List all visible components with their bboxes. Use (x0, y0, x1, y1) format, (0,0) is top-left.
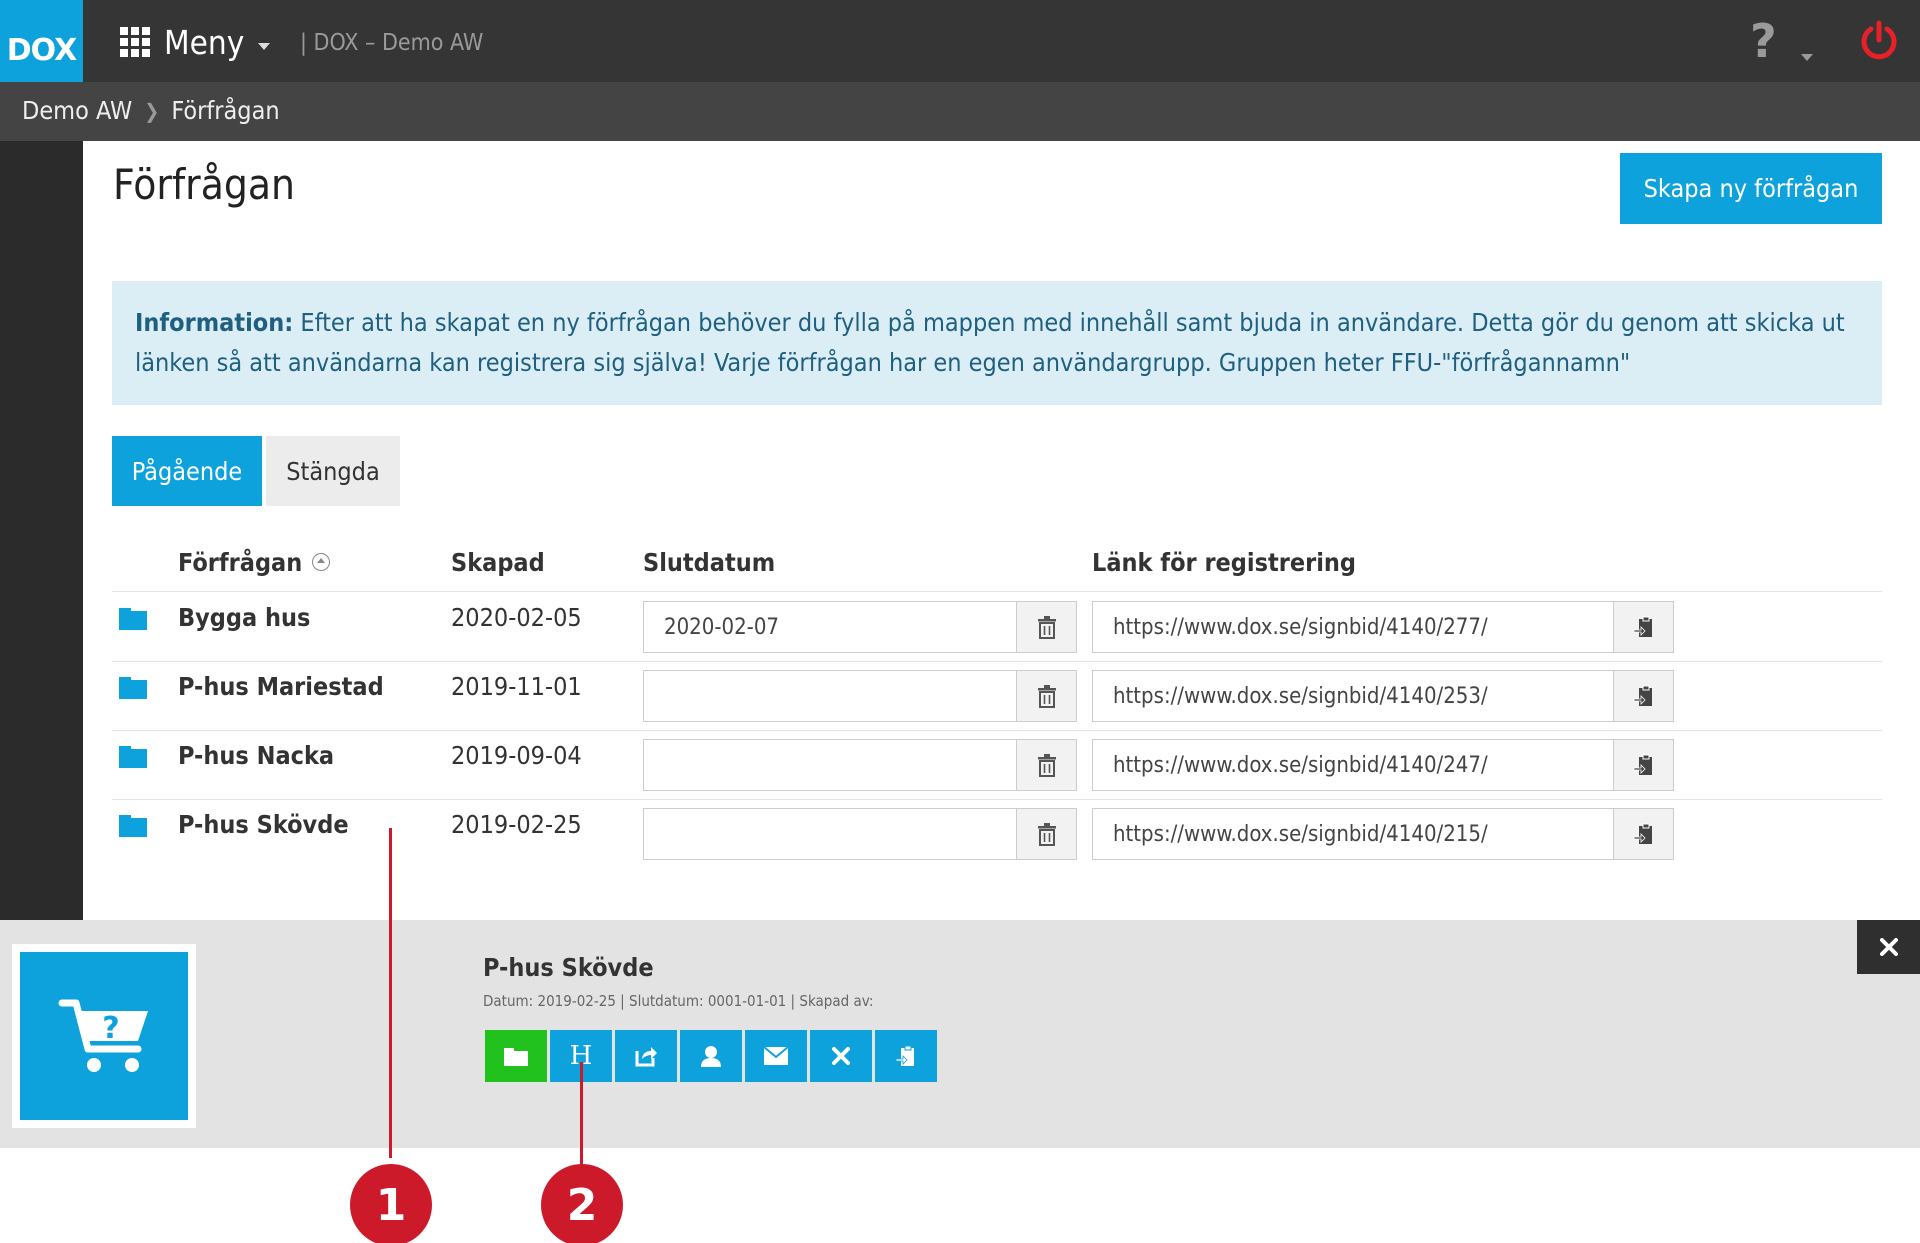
callout-badge-1: 1 (350, 1164, 432, 1243)
request-name[interactable]: P-hus Nacka (178, 741, 334, 770)
callout-badge-2: 2 (541, 1164, 623, 1243)
folder-icon[interactable] (119, 608, 147, 630)
dox-logo[interactable]: DOX (0, 0, 83, 82)
close-panel-button[interactable] (1857, 920, 1920, 974)
page-title: Förfrågan (113, 160, 295, 209)
sort-ascending-icon[interactable] (312, 553, 331, 571)
end-date-input[interactable] (643, 808, 1017, 860)
registration-link-input[interactable]: https://www.dox.se/signbid/4140/277/ (1092, 601, 1614, 653)
grid-icon (120, 27, 150, 57)
registration-link-input[interactable]: https://www.dox.se/signbid/4140/247/ (1092, 739, 1614, 791)
menu-label: Meny (164, 22, 245, 62)
request-name[interactable]: P-hus Skövde (178, 810, 349, 839)
open-folder-button[interactable] (485, 1030, 547, 1082)
info-label: Information: (135, 308, 294, 337)
divider (112, 730, 1882, 731)
column-header-created[interactable]: Skapad (451, 548, 545, 577)
request-name[interactable]: Bygga hus (178, 603, 310, 632)
column-header-request-label: Förfrågan (178, 548, 303, 577)
divider (112, 661, 1882, 662)
column-header-registration-link[interactable]: Länk för registrering (1092, 548, 1356, 577)
chevron-down-icon (258, 42, 271, 50)
folder-icon[interactable] (119, 746, 147, 768)
trash-icon[interactable] (1016, 808, 1077, 860)
request-created: 2019-02-25 (451, 810, 582, 839)
cart-question-icon: ? (20, 952, 188, 1120)
copy-clipboard-icon[interactable] (1613, 808, 1674, 860)
copy-link-button[interactable] (875, 1030, 937, 1082)
copy-clipboard-icon[interactable] (1613, 670, 1674, 722)
tab-closed[interactable]: Stängda (266, 436, 400, 506)
request-created: 2019-09-04 (451, 741, 582, 770)
email-button[interactable] (745, 1030, 807, 1082)
registration-link-input[interactable]: https://www.dox.se/signbid/4140/253/ (1092, 670, 1614, 722)
folder-icon[interactable] (119, 815, 147, 837)
panel-meta: Datum: 2019-02-25 | Slutdatum: 0001-01-0… (483, 992, 874, 1010)
folder-icon (504, 1048, 528, 1066)
left-sidebar-strip (0, 141, 83, 920)
detail-panel (0, 920, 1920, 1148)
request-created: 2019-11-01 (451, 672, 582, 701)
trash-icon[interactable] (1016, 739, 1077, 791)
copy-clipboard-icon[interactable] (1613, 739, 1674, 791)
power-icon[interactable] (1858, 20, 1900, 62)
close-request-button[interactable] (810, 1030, 872, 1082)
request-created: 2020-02-05 (451, 603, 582, 632)
column-header-request[interactable]: Förfrågan (178, 548, 331, 577)
user-icon (701, 1046, 721, 1067)
divider (112, 799, 1882, 800)
help-icon[interactable]: ? (1750, 14, 1777, 68)
divider (112, 591, 1882, 592)
request-thumbnail: ? (12, 944, 196, 1128)
panel-title: P-hus Skövde (483, 953, 654, 982)
breadcrumb-item-forfragan: Förfrågan (171, 96, 280, 125)
action-toolbar: H (485, 1030, 940, 1082)
callout-line-2 (580, 1062, 583, 1168)
trash-icon[interactable] (1016, 601, 1077, 653)
menu-button[interactable]: Meny (120, 20, 271, 64)
breadcrumb-bar: Demo AW ❯ Förfrågan (0, 82, 1920, 141)
end-date-input[interactable] (643, 739, 1017, 791)
help-chevron-down-icon[interactable] (1801, 54, 1813, 61)
breadcrumb: Demo AW ❯ Förfrågan (22, 96, 280, 125)
svg-text:?: ? (102, 1011, 119, 1046)
close-icon (1879, 938, 1898, 956)
users-button[interactable] (680, 1030, 742, 1082)
chevron-right-icon: ❯ (144, 98, 160, 123)
create-request-button[interactable]: Skapa ny förfrågan (1620, 153, 1882, 224)
trash-icon[interactable] (1016, 670, 1077, 722)
folder-icon[interactable] (119, 677, 147, 699)
share-icon (635, 1047, 657, 1067)
end-date-input[interactable] (643, 670, 1017, 722)
registration-link-input[interactable]: https://www.dox.se/signbid/4140/215/ (1092, 808, 1614, 860)
envelope-icon (764, 1047, 788, 1065)
top-bar: DOX Meny | DOX – Demo AW ? (0, 0, 1920, 82)
callout-line-1 (389, 828, 392, 1158)
app-title: | DOX – Demo AW (300, 30, 484, 56)
info-box: Information: Efter att ha skapat en ny f… (112, 281, 1882, 405)
clipboard-icon (895, 1045, 914, 1066)
copy-clipboard-icon[interactable] (1613, 601, 1674, 653)
column-header-end-date[interactable]: Slutdatum (643, 548, 775, 577)
tab-ongoing[interactable]: Pågående (112, 436, 262, 506)
close-icon (832, 1047, 850, 1065)
breadcrumb-item-demo-aw[interactable]: Demo AW (22, 96, 132, 125)
share-button[interactable] (615, 1030, 677, 1082)
request-name[interactable]: P-hus Mariestad (178, 672, 384, 701)
end-date-input[interactable]: 2020-02-07 (643, 601, 1017, 653)
info-text: Efter att ha skapat en ny förfrågan behö… (135, 308, 1845, 377)
